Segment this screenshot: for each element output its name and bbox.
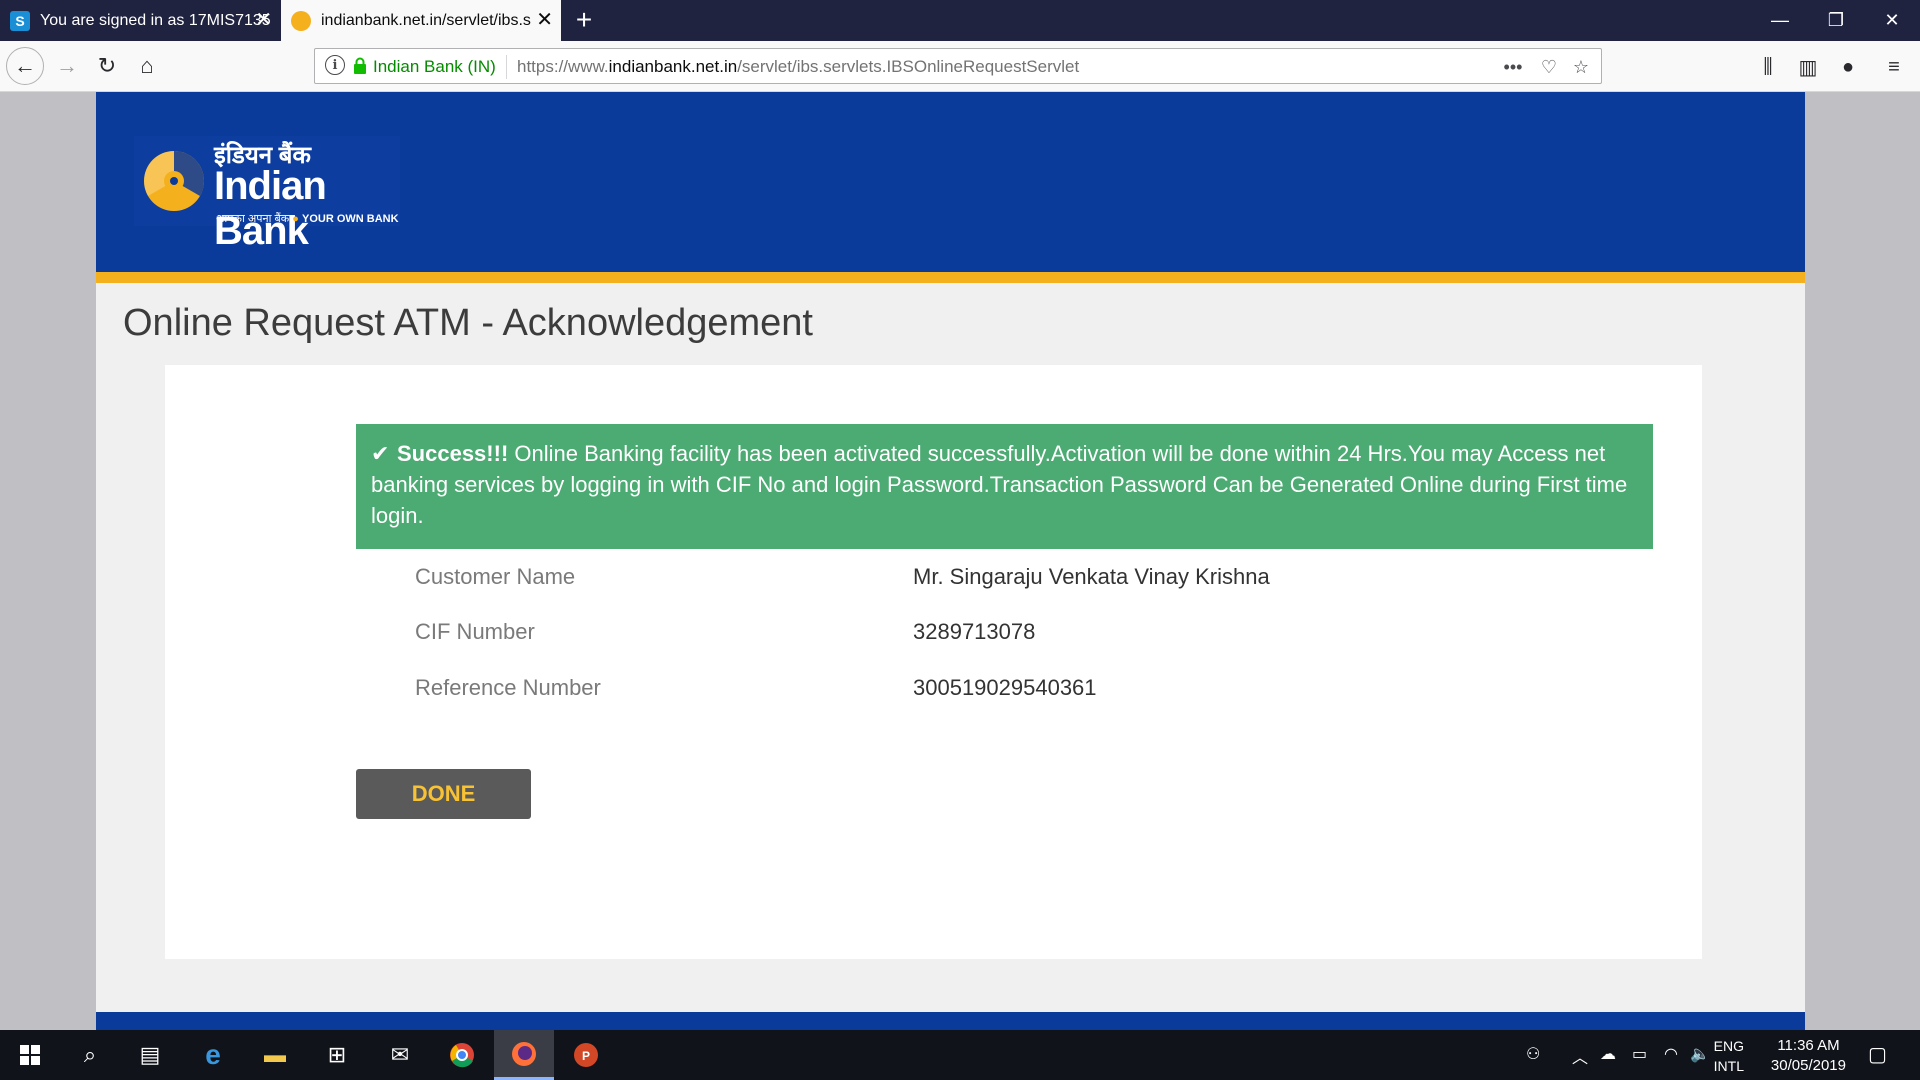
logo-tagline-hindi: आपका अपना बैंक [216,213,290,225]
file-explorer-icon[interactable]: ▬ [245,1030,305,1080]
cif-number-label: CIF Number [415,619,535,644]
cif-number-value: 3289713078 [913,619,1036,644]
indian-bank-logo[interactable]: इंडियन बैंक Indian Bank आपका अपना बैंक ●… [134,136,400,253]
web-page: इंडियन बैंक Indian Bank आपका अपना बैंक ●… [96,92,1805,1030]
tab-indianbank[interactable]: indianbank.net.in/servlet/ibs.ser ✕ [281,0,561,41]
url-domain: indianbank.net.in [608,57,738,76]
page-actions-icon[interactable]: ••• [1499,53,1527,81]
site-header: इंडियन बैंक Indian Bank आपका अपना बैंक ●… [96,92,1805,272]
url-text[interactable]: https://www.indianbank.net.in/servlet/ib… [517,57,1079,77]
navigation-bar: ← → ↻ ⌂ i Indian Bank (IN) https://www.i… [0,41,1920,92]
clock-date: 30/05/2019 [1770,1057,1846,1074]
notification-icon[interactable]: ▢ [1868,1042,1887,1067]
task-view-icon[interactable]: ▤ [120,1030,180,1080]
reload-button[interactable]: ↻ [90,49,124,83]
store-icon[interactable]: ⊞ [307,1030,367,1080]
page-title: Online Request ATM - Acknowledgement [123,302,813,344]
clock[interactable]: 11:36 AM 30/05/2019 [1771,1036,1846,1076]
url-separator [506,55,507,79]
library-icon[interactable]: ⫼ [1752,51,1784,83]
input-language[interactable]: ENG INTL [1714,1036,1744,1076]
mail-icon[interactable]: ✉ [370,1030,430,1080]
reference-number-value: 300519029540361 [913,675,1097,700]
tab-title: You are signed in as 17MIS7135 [40,11,271,29]
new-tab-button[interactable]: + [568,4,600,36]
taskbar: ⌕ ▤ e ▬ ⊞ ✉ P ⚇ ︿ ☁ ▭ ◠ 🔈 ENG INTL 11:36… [0,1030,1920,1080]
svg-text:P: P [582,1049,590,1063]
sidebar-icon[interactable]: ▥ [1792,51,1824,83]
close-icon[interactable]: ✕ [536,10,553,30]
done-button[interactable]: DONE [356,769,531,819]
url-prefix: https://www. [517,57,609,76]
windows-start-icon[interactable] [0,1030,60,1080]
powerpoint-icon[interactable]: P [556,1030,616,1080]
logo-tagline: आपका अपना बैंक ● YOUR OWN BANK [216,213,399,225]
restore-button[interactable]: ❐ [1808,0,1864,41]
customer-name-label: Customer Name [415,564,576,589]
acknowledgement-card: ✔ Success!!! Online Banking facility has … [165,365,1702,959]
alert-message: Online Banking facility has been activat… [371,441,1628,528]
bookmark-star-icon[interactable]: ☆ [1567,53,1595,81]
people-icon[interactable]: ⚇ [1526,1044,1540,1064]
close-icon[interactable]: ✕ [255,10,272,30]
chevron-up-icon[interactable]: ︿ [1572,1044,1588,1068]
battery-icon[interactable]: ▭ [1632,1044,1647,1064]
tab-strip: S You are signed in as 17MIS7135 ✕ india… [0,0,1920,41]
lang-top: ENG [1713,1038,1744,1054]
site-identity-label[interactable]: Indian Bank (IN) [373,57,496,77]
close-window-button[interactable]: ✕ [1864,0,1920,41]
success-alert: ✔ Success!!! Online Banking facility has … [356,424,1653,549]
logo-name-text: Indian Bank [214,164,327,253]
url-path: /servlet/ibs.servlets.IBSOnlineRequestSe… [737,57,1080,76]
search-icon[interactable]: ⌕ [60,1030,120,1080]
wifi-icon[interactable]: ◠ [1664,1044,1678,1064]
home-icon[interactable]: ⌂ [130,49,164,83]
skype-icon: S [10,10,30,31]
minimize-button[interactable]: — [1752,0,1808,41]
lock-icon [354,57,366,74]
back-button[interactable]: ← [6,47,44,85]
header-gold-stripe [96,272,1805,283]
tab-title: indianbank.net.in/servlet/ibs.ser [321,11,531,29]
site-footer [96,1012,1805,1030]
checkmark-icon: ✔ [371,441,390,466]
indianbank-favicon-icon [291,10,311,31]
clock-time: 11:36 AM [1777,1037,1840,1054]
edge-icon[interactable]: e [183,1030,243,1080]
lang-bottom: INTL [1713,1058,1744,1074]
menu-icon[interactable]: ≡ [1878,51,1910,83]
url-bar[interactable]: i Indian Bank (IN) https://www.indianban… [314,48,1602,84]
reference-number-label: Reference Number [415,675,601,700]
info-icon[interactable]: i [325,55,345,75]
volume-icon[interactable]: 🔈 [1690,1044,1710,1064]
customer-name-value: Mr. Singaraju Venkata Vinay Krishna [913,564,1270,589]
onedrive-icon[interactable]: ☁ [1600,1044,1616,1064]
tab-signed-in[interactable]: S You are signed in as 17MIS7135 ✕ [0,0,280,41]
logo-tagline-english: YOUR OWN BANK [302,213,399,225]
pocket-icon[interactable]: ♡ [1535,53,1563,81]
firefox-icon[interactable] [494,1030,554,1080]
account-icon[interactable]: ● [1832,51,1864,83]
chrome-icon[interactable] [432,1030,492,1080]
forward-button[interactable]: → [50,49,84,83]
alert-strong: Success!!! [397,441,509,466]
